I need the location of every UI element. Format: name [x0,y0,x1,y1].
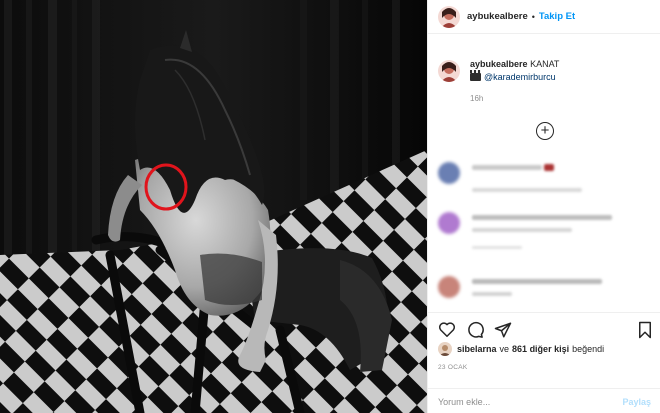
list-item [438,158,648,202]
comment-input[interactable] [438,394,598,410]
liker-username[interactable]: sibelarna [457,344,497,354]
heart-icon[interactable] [438,321,456,338]
caption-mention[interactable]: @karademirburcu [484,72,556,82]
list-item [438,272,648,316]
separator-dot: • [531,11,535,22]
caption: aybukealbere KANAT @karademirburcu 16h [438,58,559,105]
comment-avatar[interactable] [438,276,460,298]
likes-connector: ve [499,344,510,354]
load-more-comments-button[interactable]: + [536,122,554,140]
likes-summary: sibelarna ve 861 diğer kişi beğendi [438,342,607,356]
add-comment-bar: Paylaş [428,388,660,413]
list-item [438,208,648,252]
likes-suffix: beğendi [572,344,605,354]
post-photo[interactable] [0,0,427,413]
post-header: aybukealbere • Takip Et [428,0,660,34]
share-icon[interactable] [494,321,512,339]
post-image [0,0,427,413]
caption-avatar[interactable] [438,60,460,82]
liker-avatar[interactable] [438,342,452,356]
caption-username[interactable]: aybukealbere [470,59,528,69]
header-username[interactable]: aybukealbere [467,11,528,22]
likes-count[interactable]: 861 diğer kişi [512,344,569,354]
follow-button[interactable]: Takip Et [539,11,575,22]
post-date[interactable]: 23 OCAK [438,364,468,371]
comment-icon[interactable] [466,321,484,339]
post-side-panel: aybukealbere • Takip Et aybukealbere KAN… [427,0,660,413]
comment-avatar[interactable] [438,212,460,234]
caption-time[interactable]: 16h [470,92,559,105]
plus-circle-icon: + [540,122,550,139]
bookmark-icon[interactable] [638,321,652,339]
avatar[interactable] [438,5,460,28]
post-actions [428,312,660,342]
caption-text: KANAT [530,59,560,69]
clapperboard-icon [470,70,481,81]
comment-avatar[interactable] [438,162,460,184]
post-comment-button[interactable]: Paylaş [622,397,651,407]
